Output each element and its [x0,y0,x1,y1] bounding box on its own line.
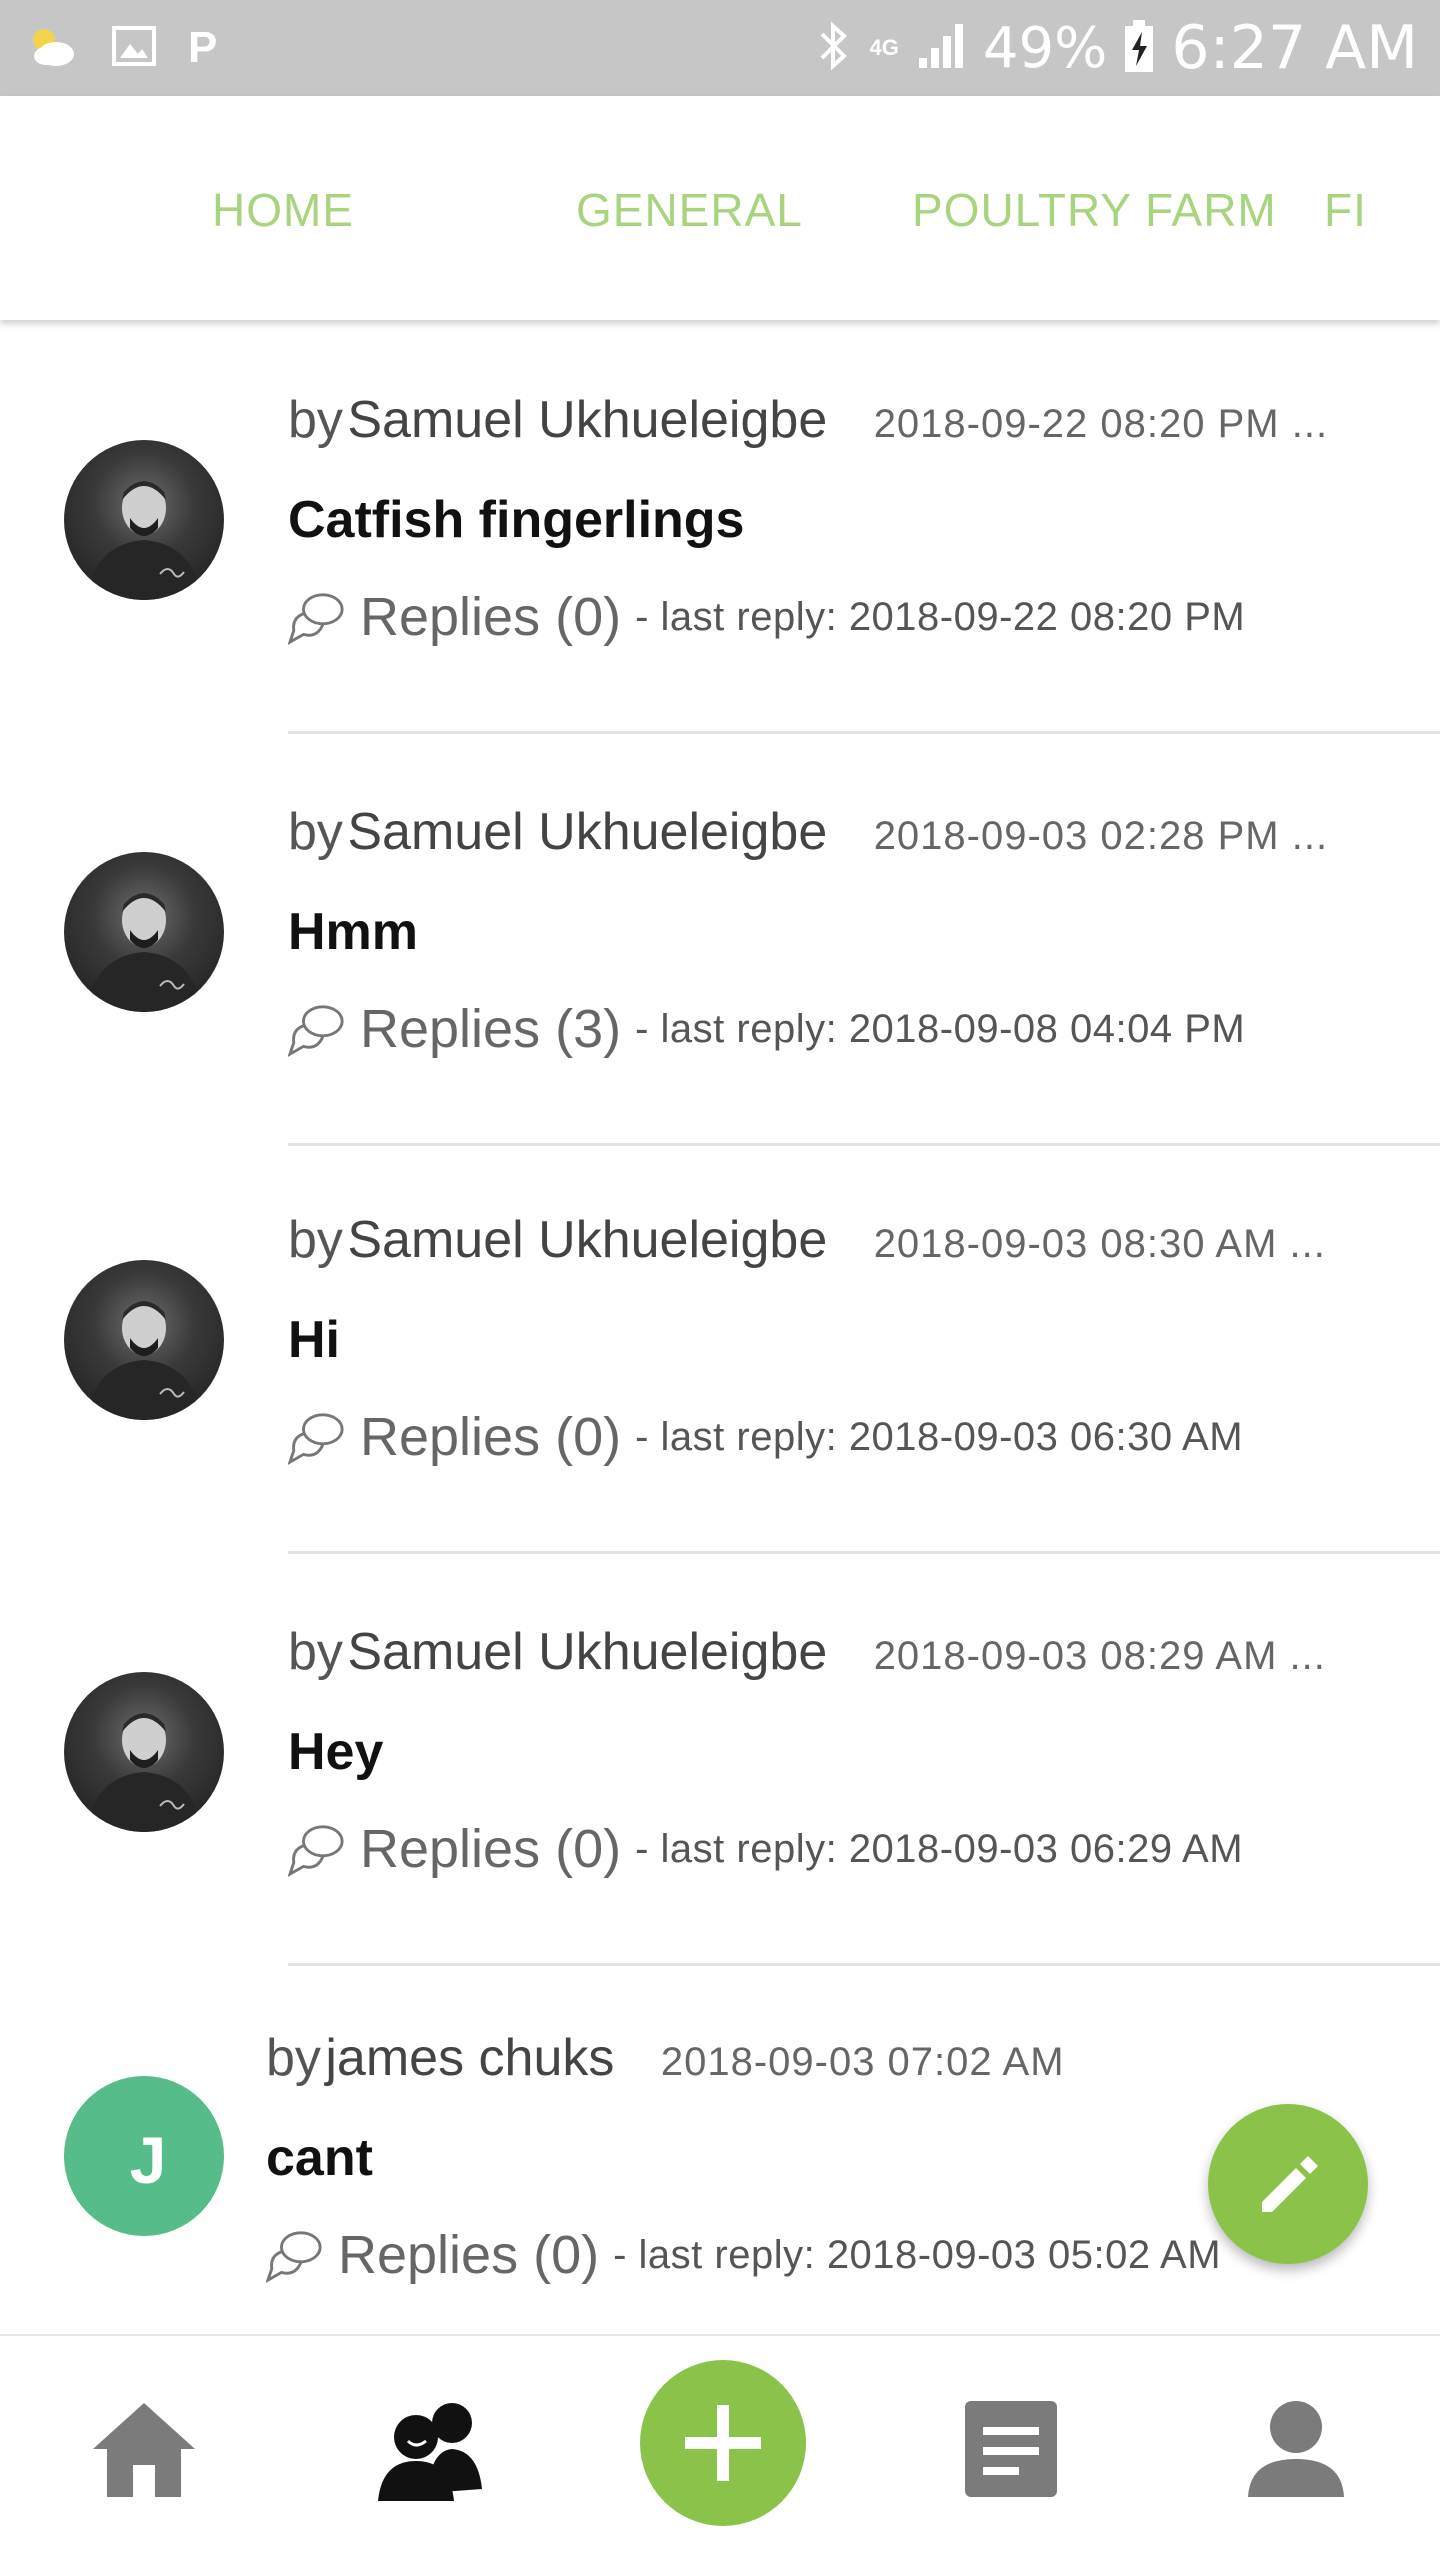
compose-button[interactable] [1208,2104,1368,2264]
category-tabs: HOME GENERAL POULTRY FARM FI [0,96,1440,320]
tab-poultry-farm[interactable]: POULTRY FARM [912,96,1277,320]
document-icon [965,2401,1057,2497]
post-date: 2018-09-22 08:20 PM ... [873,402,1329,446]
last-reply: - last reply: 2018-09-22 08:20 PM [635,594,1246,639]
battery-percentage: 49% [982,15,1108,81]
post-title[interactable]: Hey [288,1722,383,1782]
avatar[interactable] [64,440,224,600]
post-meta: by james chuks 2018-09-03 07:02 AM [266,2028,1065,2088]
list-item[interactable]: by Samuel Ukhueleigbe 2018-09-03 08:29 A… [0,1554,1440,1966]
avatar[interactable] [64,1260,224,1420]
by-label: by [288,391,343,449]
post-meta: by Samuel Ukhueleigbe 2018-09-22 08:20 P… [288,390,1328,450]
list-item[interactable]: by Samuel Ukhueleigbe 2018-09-22 08:20 P… [0,322,1440,734]
status-time: 6:27 AM [1171,13,1418,83]
post-meta: by Samuel Ukhueleigbe 2018-09-03 08:29 A… [288,1622,1326,1682]
post-replies: Replies (0) - last reply: 2018-09-22 08:… [288,586,1245,648]
author-name[interactable]: james chuks [325,2029,614,2087]
list-item[interactable]: by Samuel Ukhueleigbe 2018-09-03 08:30 A… [0,1142,1440,1554]
by-label: by [288,803,343,861]
p-indicator: P [188,23,218,72]
post-meta: by Samuel Ukhueleigbe 2018-09-03 08:30 A… [288,1210,1326,1270]
status-bar: P 4G 49% 6:27 AM [0,0,1440,96]
avatar[interactable]: J [64,2076,224,2236]
signal-icon [915,20,967,77]
post-list: by Samuel Ukhueleigbe 2018-09-22 08:20 P… [0,322,1440,2332]
avatar[interactable] [64,852,224,1012]
post-date: 2018-09-03 08:30 AM ... [873,1222,1326,1266]
replies-count[interactable]: Replies (0) [338,2224,599,2286]
avatar[interactable] [64,1672,224,1832]
replies-bubble-icon [288,593,344,645]
post-title[interactable]: Catfish fingerlings [288,490,744,550]
status-left: P [24,18,217,79]
bottom-navigation [0,2334,1440,2560]
new-post-button[interactable] [640,2360,806,2526]
nav-community[interactable] [362,2336,502,2560]
by-label: by [266,2029,321,2087]
by-label: by [288,1623,343,1681]
replies-bubble-icon [266,2231,322,2283]
post-title[interactable]: cant [266,2128,373,2188]
author-name[interactable]: Samuel Ukhueleigbe [347,391,827,449]
status-right: 4G 49% 6:27 AM [814,13,1418,83]
last-reply: - last reply: 2018-09-03 06:30 AM [635,1414,1244,1459]
tab-fi[interactable]: FI [1324,96,1367,320]
avatar-initial: J [64,2076,224,2236]
post-title[interactable]: Hmm [288,902,418,962]
post-meta: by Samuel Ukhueleigbe 2018-09-03 02:28 P… [288,802,1328,862]
home-icon [93,2403,195,2497]
post-title[interactable]: Hi [288,1310,340,1370]
weather-icon [24,18,80,79]
community-icon [378,2403,482,2501]
replies-count[interactable]: Replies (0) [360,1406,621,1468]
last-reply: - last reply: 2018-09-03 06:29 AM [635,1826,1244,1871]
author-name[interactable]: Samuel Ukhueleigbe [347,1211,827,1269]
replies-bubble-icon [288,1825,344,1877]
post-date: 2018-09-03 08:29 AM ... [873,1634,1326,1678]
author-name[interactable]: Samuel Ukhueleigbe [347,1623,827,1681]
tab-general[interactable]: GENERAL [576,96,803,320]
nav-profile[interactable] [1226,2336,1366,2560]
post-date: 2018-09-03 02:28 PM ... [873,814,1329,858]
post-replies: Replies (3) - last reply: 2018-09-08 04:… [288,998,1245,1060]
replies-count[interactable]: Replies (0) [360,586,621,648]
post-replies: Replies (0) - last reply: 2018-09-03 06:… [288,1406,1243,1468]
list-item[interactable]: by Samuel Ukhueleigbe 2018-09-03 02:28 P… [0,734,1440,1146]
post-replies: Replies (0) - last reply: 2018-09-03 06:… [288,1818,1243,1880]
profile-icon [1248,2401,1344,2497]
replies-bubble-icon [288,1005,344,1057]
nav-documents[interactable] [946,2336,1076,2560]
last-reply: - last reply: 2018-09-08 04:04 PM [635,1006,1246,1051]
nav-home[interactable] [72,2336,216,2560]
replies-count[interactable]: Replies (0) [360,1818,621,1880]
replies-bubble-icon [288,1413,344,1465]
bluetooth-icon [814,18,854,79]
by-label: by [288,1211,343,1269]
author-name[interactable]: Samuel Ukhueleigbe [347,803,827,861]
tab-home[interactable]: HOME [212,96,354,320]
image-icon [110,22,158,75]
pencil-icon [1262,2156,1318,2212]
battery-charging-icon [1123,18,1155,79]
post-date: 2018-09-03 07:02 AM [660,2040,1065,2084]
post-replies: Replies (0) - last reply: 2018-09-03 05:… [266,2224,1221,2286]
replies-count[interactable]: Replies (3) [360,998,621,1060]
plus-icon [685,2405,761,2481]
last-reply: - last reply: 2018-09-03 05:02 AM [613,2232,1222,2277]
network-type: 4G [869,35,899,60]
